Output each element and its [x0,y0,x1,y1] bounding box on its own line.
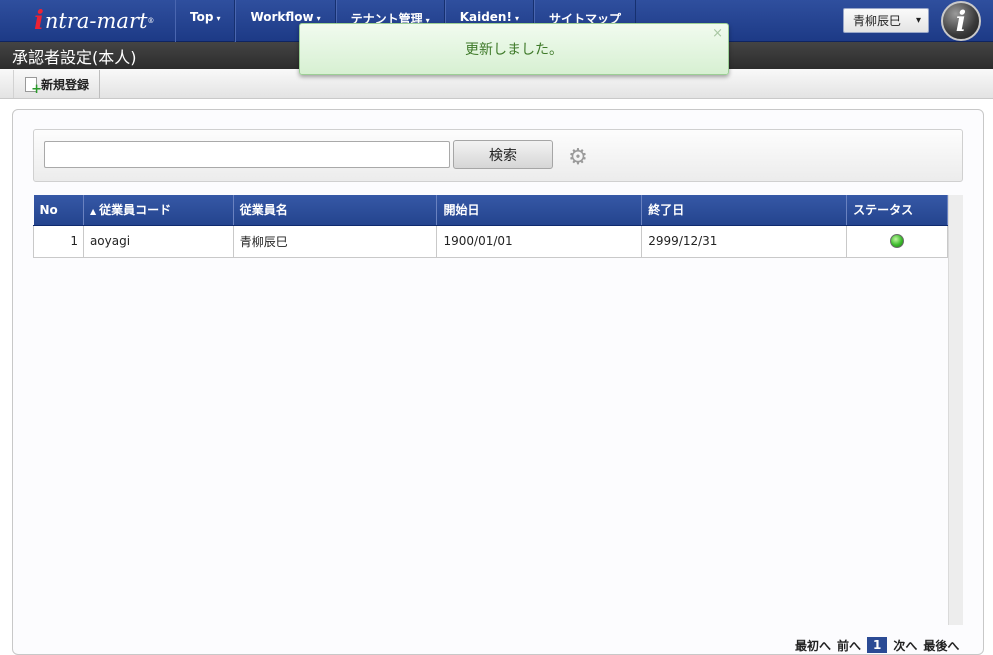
info-button[interactable]: i [938,0,984,42]
sort-ascending-icon: ▲ [89,207,97,217]
column-header-end-date[interactable]: 終了日 [641,195,848,226]
column-header-label: 従業員コード [99,203,172,218]
nav-item-label: Workflow [250,10,314,24]
gear-icon[interactable]: ⚙ [567,147,589,169]
info-icon: i [941,1,981,41]
content-panel [12,109,984,655]
pager-last[interactable]: 最後へ [923,637,959,654]
close-icon[interactable]: × [712,26,723,41]
column-header-start-date[interactable]: 開始日 [436,195,643,226]
pagination: 最初へ 前へ 1 次へ 最後へ [795,636,959,654]
page-title: 承認者設定(本人) [12,47,137,67]
pager-first[interactable]: 最初へ [795,637,831,654]
user-name: 青柳辰巳 [853,14,902,28]
nav-item-top[interactable]: Top ▾ [175,0,236,42]
nav-item-label: Kaiden! [459,10,512,24]
column-header-no[interactable]: No [33,195,84,226]
new-registration-label: 新規登録 [41,77,90,92]
search-button[interactable]: 検索 [453,140,553,169]
toast-message: 更新しました。 [465,42,563,58]
logo-registered-mark: ® [147,17,155,25]
table-scrollbar[interactable] [948,195,963,625]
approver-table: No ▲ 従業員コード 従業員名 開始日 終了日 ステータス 1 aoyagi 青… [33,195,948,258]
table-row[interactable]: 1 aoyagi 青柳辰巳 1900/01/01 2999/12/31 [33,224,948,258]
cell-employee-code: aoyagi [82,224,234,258]
status-active-icon [890,234,905,249]
nav-item-label: Top [190,10,214,24]
cell-status [846,224,948,258]
cell-employee-name: 青柳辰巳 [232,224,438,258]
chevron-down-icon: ▾ [216,14,221,23]
cell-no: 1 [33,224,84,258]
column-header-status[interactable]: ステータス [846,195,948,226]
column-header-employee-code[interactable]: ▲ 従業員コード [83,195,234,226]
chevron-down-icon: ▾ [316,14,321,23]
search-input[interactable] [44,141,450,168]
pager-next[interactable]: 次へ [893,637,917,654]
intra-mart-logo[interactable]: i ntra-mart ® [0,0,175,42]
new-document-icon [25,76,42,96]
cell-start-date: 1900/01/01 [436,224,643,258]
cell-end-date: 2999/12/31 [641,224,848,258]
success-toast: 更新しました。 × [299,23,729,75]
column-header-employee-name[interactable]: 従業員名 [233,195,438,226]
logo-text: ntra-mart [44,9,148,33]
table-header-row: No ▲ 従業員コード 従業員名 開始日 終了日 ステータス [33,195,948,226]
new-registration-button[interactable]: 新規登録 [13,70,101,98]
pager-prev[interactable]: 前へ [837,637,861,654]
logo-i-mark: i [34,6,44,36]
chevron-down-icon: ▾ [514,14,519,23]
user-menu-button[interactable]: 青柳辰巳 ▾ [843,8,929,33]
pager-current-page[interactable]: 1 [867,637,888,653]
chevron-down-icon: ▾ [915,15,921,26]
